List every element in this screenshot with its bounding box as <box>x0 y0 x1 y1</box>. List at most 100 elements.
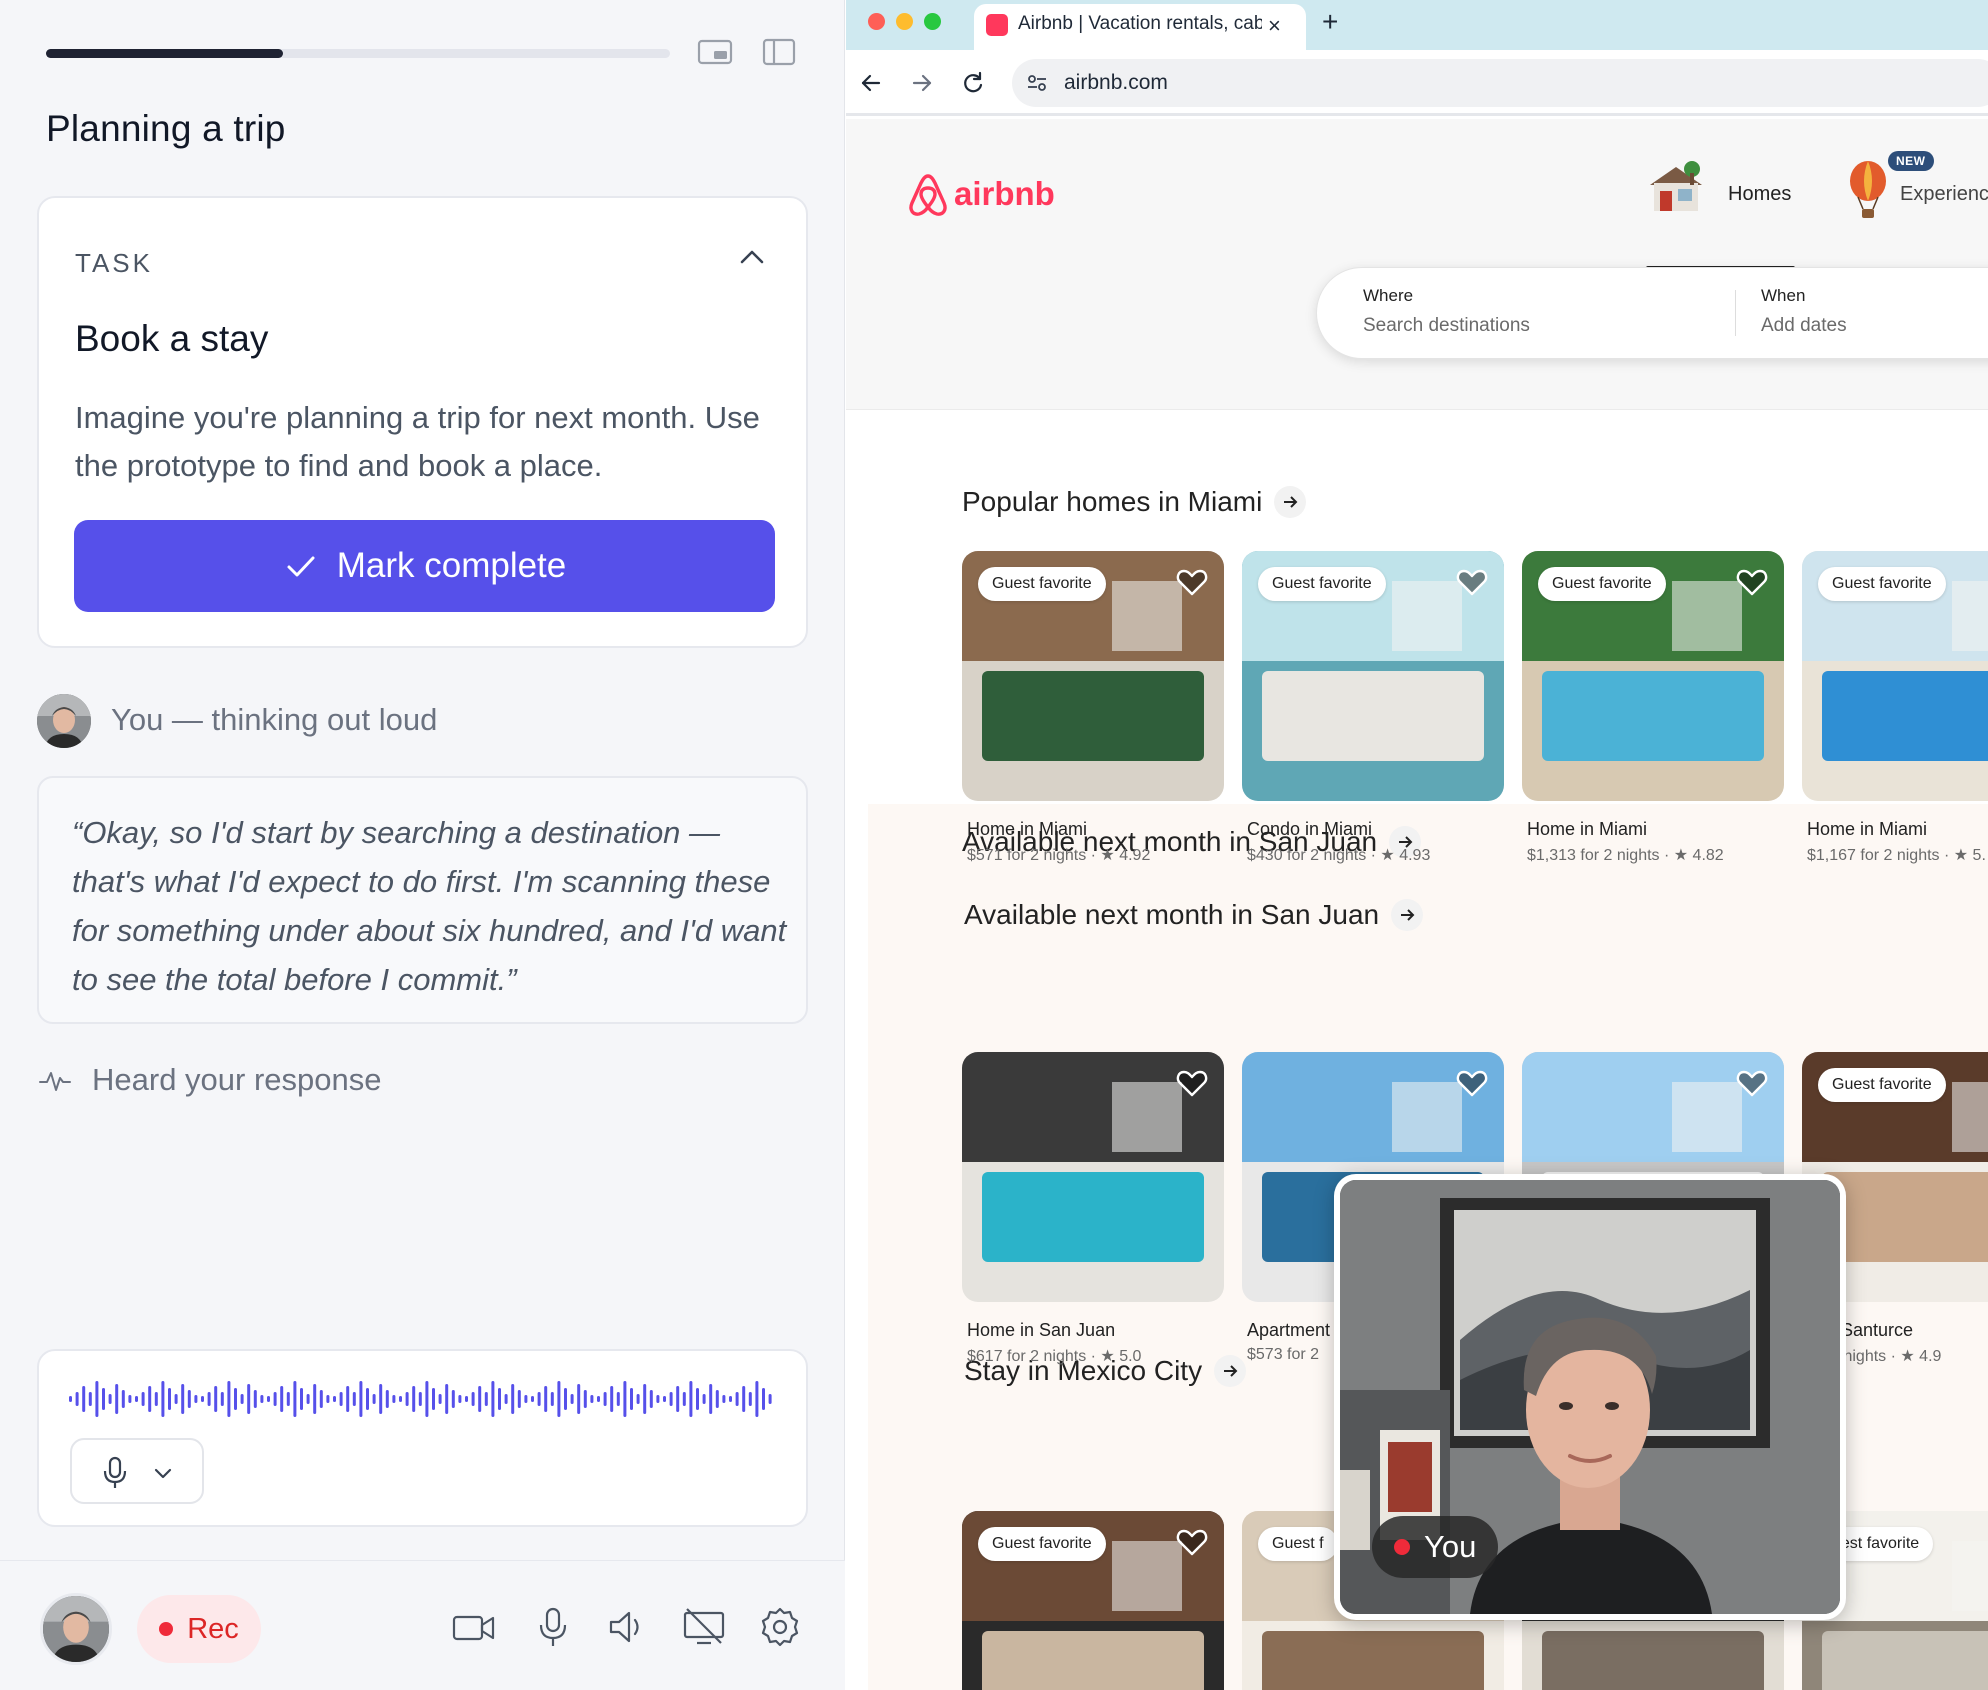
minimize-window-button[interactable] <box>896 13 913 30</box>
gear-icon[interactable] <box>757 1605 803 1649</box>
section-title-text: Popular homes in Miami <box>962 486 1263 517</box>
site-settings-icon[interactable] <box>1026 72 1048 94</box>
waveform-bar <box>564 1388 567 1410</box>
picture-in-picture-icon[interactable] <box>697 37 733 67</box>
waveform-bar <box>676 1386 680 1412</box>
waveform-bar <box>313 1384 317 1414</box>
listing-card[interactable]: Guest favorite Home in Miami $1,167 for 2 … <box>1802 551 1988 864</box>
when-label: When <box>1761 286 1806 305</box>
self-label: You <box>1424 1529 1477 1564</box>
waveform-bar <box>458 1395 462 1403</box>
waveform-bar <box>709 1384 713 1414</box>
guest-favorite-badge: Guest favorite <box>978 567 1106 601</box>
audio-waveform <box>69 1381 772 1417</box>
listing-card[interactable]: Home in San Juan $617 for 2 nights · ★ 5.… <box>962 1052 1224 1365</box>
waveform-bar <box>465 1396 468 1402</box>
listing-card[interactable]: Guest favorite Condo in Miami $430 for 2 n… <box>1242 551 1504 864</box>
section-title-miami[interactable]: Popular homes in Miami <box>962 486 1307 518</box>
tab-experiences[interactable]: NEW Experiences <box>1846 151 1988 231</box>
heart-icon[interactable] <box>1176 1527 1208 1557</box>
heart-icon[interactable] <box>1736 1068 1768 1098</box>
waveform-bar <box>187 1390 191 1408</box>
waveform-bar <box>742 1386 746 1412</box>
heart-icon[interactable] <box>1176 567 1208 597</box>
waveform-bar <box>352 1392 356 1406</box>
waveform-bar <box>108 1394 112 1404</box>
airbnb-header: airbnb Homes NEW Experienc Where Search … <box>846 119 1988 410</box>
listing-price: $1,167 for 2 nights · ★ 5. <box>1807 847 1986 864</box>
section-title-san-juan-2[interactable]: Available next month in San Juan <box>964 899 1424 931</box>
when-field[interactable]: When Add dates <box>1761 286 1847 337</box>
sidebar-toggle-icon[interactable] <box>761 37 797 67</box>
heart-icon[interactable] <box>1736 567 1768 597</box>
where-field[interactable]: Where Search destinations <box>1363 286 1530 337</box>
task-description: Imagine you're planning a trip for next … <box>75 400 760 483</box>
tab-homes[interactable]: Homes <box>1646 159 1796 270</box>
search-bar[interactable]: Where Search destinations When Add dates <box>1316 267 1988 359</box>
listing-title: Home in Miami <box>1807 819 1928 839</box>
recording-dot <box>159 1622 174 1636</box>
listing-title: Condo in Miami <box>1247 819 1373 839</box>
mark-complete-button[interactable]: Mark complete <box>74 520 775 612</box>
chevron-up-icon[interactable] <box>737 242 767 272</box>
waveform-bar <box>471 1392 475 1406</box>
waveform-bar <box>445 1384 449 1414</box>
listing-title: Home in Miami <box>967 819 1088 839</box>
avatar[interactable] <box>40 1593 112 1665</box>
waveform-bar <box>405 1392 409 1406</box>
new-tab-button[interactable]: + <box>1322 6 1338 38</box>
video-camera-icon[interactable] <box>451 1605 497 1649</box>
back-arrow-icon[interactable] <box>858 70 884 96</box>
heart-icon[interactable] <box>1456 1068 1488 1098</box>
waveform-bar <box>432 1388 435 1410</box>
close-tab-icon[interactable]: × <box>1268 13 1281 39</box>
waveform-bar <box>768 1394 772 1404</box>
airbnb-favicon-icon <box>986 14 1008 36</box>
browser-tab[interactable]: Airbnb | Vacation rentals, cabins × <box>974 4 1306 50</box>
speaker-icon[interactable] <box>605 1605 651 1649</box>
waveform-bar <box>689 1381 693 1417</box>
maximize-window-button[interactable] <box>924 13 941 30</box>
recording-indicator[interactable]: Rec <box>137 1595 261 1663</box>
waveform-bar <box>755 1381 759 1417</box>
listing-card[interactable]: Guest favorite <box>962 1511 1224 1690</box>
waveform-bar <box>412 1386 416 1412</box>
airbnb-wordmark: airbnb <box>954 175 1055 212</box>
waveform-bar <box>425 1381 429 1417</box>
reload-icon[interactable] <box>960 70 986 96</box>
heart-icon[interactable] <box>1456 567 1488 597</box>
guest-favorite-badge: Guest favorite <box>1818 567 1946 601</box>
listing-card[interactable]: Guest favorite Home in Miami $571 for 2 ni… <box>962 551 1224 864</box>
microphone-selector[interactable] <box>70 1438 204 1504</box>
homes-label: Homes <box>1728 183 1792 205</box>
waveform-bar <box>181 1384 185 1414</box>
waveform-bar <box>366 1388 369 1410</box>
waveform-bar <box>306 1394 310 1404</box>
waveform-bar <box>663 1396 666 1402</box>
waveform-bar <box>372 1394 376 1404</box>
waveform-bar <box>168 1388 171 1410</box>
listing-price: $617 for 2 nights · ★ 5.0 <box>967 1348 1142 1365</box>
task-label: TASK <box>75 248 153 278</box>
browser-toolbar: airbnb.com <box>846 50 1988 116</box>
waveform-bar <box>418 1392 422 1406</box>
screen-share-off-icon[interactable] <box>681 1605 727 1649</box>
recording-label: Rec <box>187 1612 239 1645</box>
waveform-bar <box>682 1392 686 1406</box>
listing-card[interactable]: Guest favorite Home in Miami $1,313 for 2 … <box>1522 551 1784 864</box>
guest-favorite-badge: Guest favorite <box>978 1527 1106 1561</box>
airbnb-logo[interactable]: airbnb <box>906 167 1066 221</box>
heart-icon[interactable] <box>1176 1068 1208 1098</box>
progress-fill <box>46 49 284 58</box>
progress-bar <box>46 49 670 58</box>
forward-arrow-icon[interactable] <box>909 70 935 96</box>
microphone-icon[interactable] <box>530 1605 576 1649</box>
status-text: Heard your response <box>92 1062 382 1097</box>
waveform-bar <box>260 1395 264 1403</box>
self-video-tile[interactable]: You <box>1334 1174 1846 1620</box>
waveform-bar <box>630 1388 633 1410</box>
close-window-button[interactable] <box>868 13 885 30</box>
guest-favorite-badge: Guest favorite <box>1538 567 1666 601</box>
avatar <box>37 694 91 748</box>
address-bar[interactable]: airbnb.com <box>1012 59 1988 107</box>
